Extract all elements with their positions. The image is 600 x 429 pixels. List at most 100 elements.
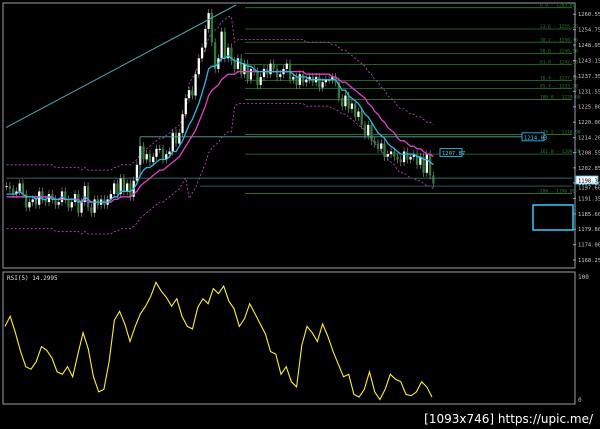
candle [220,31,223,59]
candle [233,60,236,69]
price-tick-label: 1231.55 [578,89,600,95]
candle [363,124,367,136]
price-tick-label: 1254.75 [578,28,600,34]
price-tick-label: 1237.35 [578,74,600,80]
candle [145,154,148,160]
fib-label: 61.8 - 1242.60 [540,60,578,66]
candle [383,143,386,157]
candle [409,156,412,160]
candle [354,103,357,117]
candle [178,132,181,144]
price-tick-label: 1225.80 [578,105,600,111]
candle [93,199,96,213]
candle [380,143,383,149]
candle [402,151,406,163]
candle [347,95,350,109]
trading-chart: 0.0 - 1263.00 23.6 - 1255.25 38.2 - 1250.4… [2,2,600,413]
watermark: [1093x746] https://upic.me/ [421,411,596,427]
candle [200,47,204,59]
candle [161,148,165,160]
label-1214: 1214.03 [524,135,547,141]
candle [54,199,57,205]
candle [181,114,184,133]
candle [360,111,363,125]
candle [243,63,246,75]
last-price: 1198.30 [578,178,600,184]
candle [341,98,344,107]
fib-label: 100.0 - 1229.60 [540,95,581,101]
candle [272,63,275,69]
candle [197,58,200,75]
candle [376,143,380,149]
candle [259,76,262,85]
price-tick-label: 1202.85 [578,166,600,172]
candle [262,68,266,77]
candle [396,156,399,160]
candle [18,183,21,192]
fib-label: 161.8 - 1209.20 [540,149,581,155]
candle [158,148,161,150]
rsi-title: RSI(5) 14.2995 [7,275,58,282]
candle [389,151,393,155]
price-panel [2,2,576,269]
candle [5,186,8,188]
candle [249,68,253,80]
candle [90,207,93,213]
candle [171,132,174,152]
candle [357,111,360,117]
candle [256,71,259,85]
candle [298,74,301,85]
price-tick-label: 1191.35 [578,196,600,202]
candle [406,151,409,160]
candle [148,154,152,163]
candle [8,186,12,189]
fib-label: 50.0 - 1246.50 [540,48,578,54]
candle [112,183,116,195]
candle [184,98,187,115]
candle [373,140,376,144]
candle [80,202,83,213]
candle [292,76,295,80]
price-tick-label: 1174.00 [578,243,600,249]
candle [285,63,288,69]
candle [168,151,171,155]
candle [207,12,210,29]
fib-label: 85.4 - 1233.20 [540,84,578,90]
candle [77,194,80,213]
candle [223,31,227,59]
price-tick-label: 1248.95 [578,43,600,49]
candle [321,82,324,88]
rsi-tick-100: 100 [578,274,589,281]
candle [152,156,155,163]
fib-label: 76.4 - 1237.80 [540,76,578,82]
candle [425,154,428,173]
candle [122,178,126,192]
candle [191,90,194,96]
candle [393,151,396,157]
fib-label: 200 - 1196.00 [540,189,576,195]
candle [367,124,370,136]
candle [295,76,298,85]
price-tick-label: 1208.55 [578,151,600,157]
candle [432,175,435,184]
candle [428,154,432,176]
candle [28,202,31,208]
price-tick-label: 1243.15 [578,59,600,65]
candle [236,58,240,69]
candle [12,188,15,195]
candle [279,74,282,77]
fib-label: 38.2 - 1250.40 [540,37,578,43]
candle [155,148,158,157]
candle [34,199,38,205]
fib-label: 23.6 - 1255.25 [540,24,578,30]
candle [350,103,354,109]
candle [142,146,145,160]
candle [301,74,305,83]
price-tick-label: 1179.80 [578,227,600,233]
price-tick-label: 1168.25 [578,258,600,264]
fib-label: 0.0 - 1263.00 [540,3,576,9]
candle [275,68,279,77]
candle [344,95,347,107]
candle [116,183,119,195]
candle [194,74,197,96]
